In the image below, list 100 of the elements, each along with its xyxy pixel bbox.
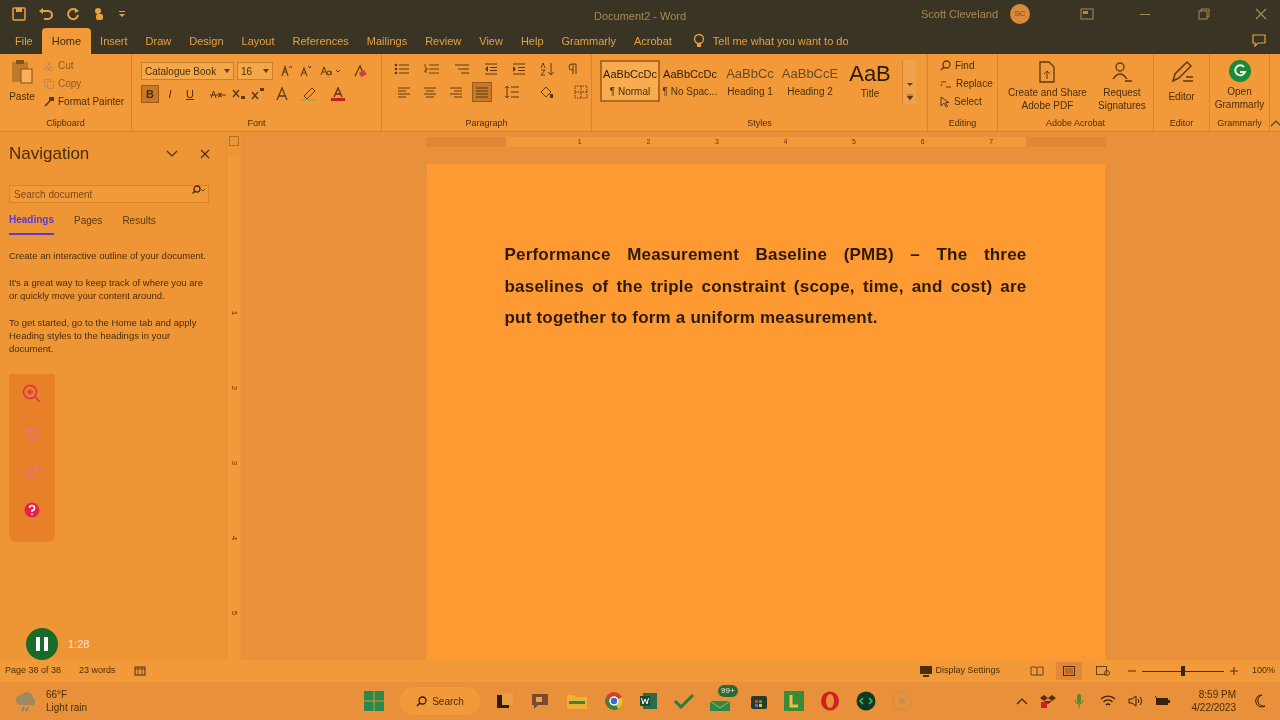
- highlight-icon[interactable]: [301, 87, 317, 101]
- ribbon-tab[interactable]: Layout: [232, 28, 284, 54]
- style-gallery-item[interactable]: AaBbCcE Heading 2: [780, 60, 840, 102]
- search-field[interactable]: Search document: [9, 185, 209, 203]
- decrease-indent-icon[interactable]: [484, 63, 498, 75]
- ribbon-tab[interactable]: Grammarly: [552, 28, 625, 54]
- speaker-icon[interactable]: [1127, 695, 1142, 707]
- ribbon-tab[interactable]: Insert: [91, 28, 137, 54]
- borders-icon[interactable]: [574, 85, 588, 99]
- collapse-ribbon-icon[interactable]: [1270, 119, 1280, 127]
- pane-tab[interactable]: Results: [122, 211, 156, 235]
- close-icon[interactable]: [1254, 7, 1268, 21]
- shrink-font-icon[interactable]: [299, 65, 311, 77]
- format-button[interactable]: I: [161, 85, 179, 103]
- format-painter-button[interactable]: Format Painter: [44, 94, 125, 109]
- sort-icon[interactable]: [540, 62, 554, 76]
- read-mode-icon[interactable]: [1029, 666, 1044, 676]
- change-case-icon[interactable]: [320, 65, 342, 77]
- find-button[interactable]: Find: [940, 58, 993, 73]
- request-signatures-button[interactable]: Request Signatures: [1094, 61, 1149, 112]
- code-app-icon[interactable]: [856, 691, 876, 711]
- editor-button[interactable]: Editor: [1158, 57, 1205, 117]
- help-icon[interactable]: [24, 502, 40, 518]
- scroll-down-icon[interactable]: [906, 83, 913, 86]
- page-count[interactable]: Page 38 of 38: [5, 664, 62, 678]
- font-size-field[interactable]: 16: [237, 62, 273, 80]
- increase-indent-icon[interactable]: [512, 63, 526, 75]
- undo-icon[interactable]: [38, 7, 54, 21]
- ribbon-tab[interactable]: File: [6, 28, 42, 54]
- close-icon[interactable]: [200, 148, 210, 159]
- grow-font-icon[interactable]: [280, 65, 292, 77]
- replace-button[interactable]: Replace: [940, 76, 993, 91]
- ribbon-tab[interactable]: View: [470, 28, 512, 54]
- font-name-field[interactable]: Catalogue Book: [141, 62, 234, 80]
- start-icon[interactable]: [364, 691, 384, 711]
- text-effects-icon[interactable]: [275, 87, 289, 101]
- strikethrough-icon[interactable]: [209, 88, 227, 100]
- restore-icon[interactable]: [1196, 8, 1210, 20]
- gallery-scrollbar[interactable]: [902, 60, 916, 104]
- browser-icon[interactable]: [604, 691, 624, 711]
- subscript-icon[interactable]: [232, 88, 246, 100]
- line-spacing-icon[interactable]: [504, 85, 520, 99]
- chat-icon[interactable]: [530, 692, 550, 710]
- multilevel-list-icon[interactable]: [454, 63, 470, 75]
- style-gallery-item[interactable]: AaBbCcDc ¶ Normal: [600, 60, 660, 102]
- ribbon-tab[interactable]: Mailings: [357, 28, 417, 54]
- paste-button[interactable]: Paste: [4, 57, 40, 117]
- shading-icon[interactable]: [538, 85, 554, 99]
- word-count[interactable]: 23 words: [79, 664, 116, 678]
- ribbon-tab[interactable]: Review: [416, 28, 471, 54]
- ribbon-tab[interactable]: Design: [180, 28, 233, 54]
- ribbon-tab[interactable]: Draw: [136, 28, 181, 54]
- zoom-slider[interactable]: [1141, 666, 1224, 676]
- create-pdf-button[interactable]: Create and Share Adobe PDF: [1004, 61, 1091, 112]
- redo-icon[interactable]: [66, 7, 80, 21]
- pane-tab[interactable]: Headings: [9, 211, 54, 235]
- print-layout-button[interactable]: [1055, 662, 1082, 680]
- pane-tab[interactable]: Pages: [74, 211, 103, 235]
- save-icon[interactable]: [12, 7, 26, 21]
- open-grammarly-button[interactable]: Open Grammarly: [1214, 57, 1265, 117]
- pause-button[interactable]: [26, 628, 58, 660]
- style-gallery-item[interactable]: AaBbCcDc ¶ No Spac...: [660, 60, 720, 102]
- ribbon-tab[interactable]: Home: [41, 28, 92, 54]
- ribbon-tab[interactable]: Acrobat: [624, 28, 681, 54]
- taskbar-search[interactable]: Search: [400, 687, 480, 715]
- bullets-icon[interactable]: [394, 63, 410, 75]
- font-color-icon[interactable]: [331, 87, 345, 101]
- style-gallery-item[interactable]: AaB Title: [840, 60, 900, 102]
- tell-me-search[interactable]: Tell me what you want to do: [712, 32, 849, 50]
- chevron-down-icon[interactable]: [166, 149, 178, 158]
- more-styles-icon[interactable]: [906, 94, 913, 100]
- style-gallery-item[interactable]: AaBbCc Heading 1: [720, 60, 780, 102]
- comments-icon[interactable]: [1252, 33, 1266, 47]
- clear-formatting-icon[interactable]: [353, 64, 367, 78]
- ribbon-tab[interactable]: Help: [511, 28, 553, 54]
- slider-thumb[interactable]: [1180, 666, 1185, 676]
- dropbox-icon[interactable]: [1039, 693, 1056, 709]
- proofing-icon[interactable]: [133, 666, 146, 676]
- chevron-up-icon[interactable]: [1015, 697, 1028, 705]
- zoom-in-icon[interactable]: [1229, 667, 1238, 675]
- moon-icon[interactable]: [1254, 694, 1266, 708]
- pilcrow-icon[interactable]: [568, 63, 578, 75]
- clock-time[interactable]: 8:59 PM: [1198, 688, 1236, 701]
- display-settings-button[interactable]: Display Settings: [920, 664, 1000, 678]
- ribbon-tab[interactable]: References: [283, 28, 358, 54]
- letter-l-app-icon[interactable]: [784, 691, 804, 711]
- select-button[interactable]: Select: [940, 94, 993, 109]
- checkmark-icon[interactable]: [674, 693, 694, 709]
- ribbon-display-icon[interactable]: [1080, 8, 1094, 20]
- superscript-icon[interactable]: [251, 88, 265, 100]
- wifi-icon[interactable]: [1099, 695, 1116, 707]
- zoom-level[interactable]: 100%: [1251, 664, 1275, 678]
- task-view-icon[interactable]: [496, 692, 514, 710]
- format-button[interactable]: B: [141, 85, 159, 103]
- clock-date[interactable]: 4/22/2023: [1191, 701, 1236, 714]
- word-app-icon[interactable]: [640, 692, 658, 710]
- customize-icon[interactable]: [118, 9, 126, 19]
- touch-mode-icon[interactable]: [92, 7, 106, 21]
- format-button[interactable]: U: [181, 85, 199, 103]
- battery-icon[interactable]: [1153, 695, 1170, 707]
